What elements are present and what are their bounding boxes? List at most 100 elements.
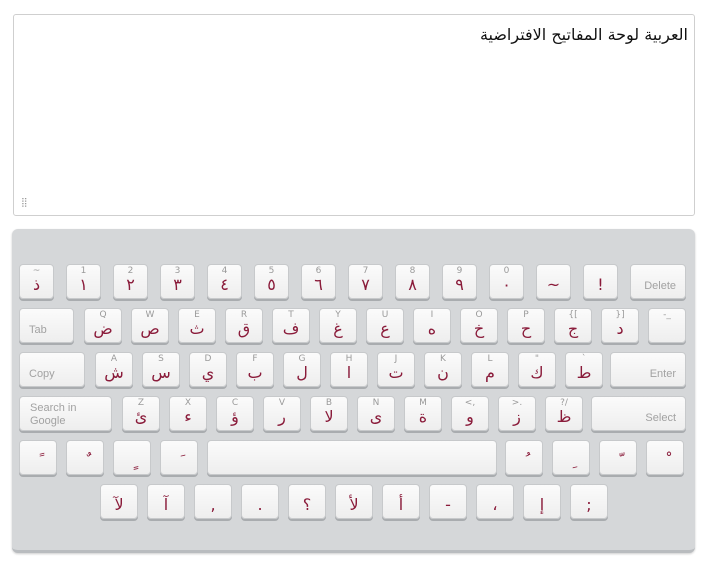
key-r3-7[interactable]: Jت bbox=[377, 352, 415, 387]
key-r3-8[interactable]: Kن bbox=[424, 352, 462, 387]
key-arabic-label: ض bbox=[93, 319, 113, 338]
key-r6-8[interactable]: - bbox=[429, 484, 467, 519]
key-arabic-label: ٩ bbox=[455, 275, 464, 294]
key-r5_left-3[interactable]: ٍ bbox=[113, 440, 151, 475]
key-arabic-label: لا bbox=[324, 407, 334, 426]
enter-key[interactable]: Enter bbox=[610, 352, 686, 387]
key-arabic-label: ث bbox=[189, 319, 205, 338]
key-r3-11[interactable]: ` ط bbox=[565, 352, 603, 387]
key-arabic-label: ؟ bbox=[302, 495, 312, 514]
key-r1-8[interactable]: 7٧ bbox=[348, 264, 383, 299]
key-r6-10[interactable]: إ bbox=[523, 484, 561, 519]
key-r2-2[interactable]: Wص bbox=[131, 308, 169, 343]
key-arabic-label: ؤ bbox=[231, 407, 239, 426]
key-r3-10[interactable]: " ك bbox=[518, 352, 556, 387]
key-r4-6[interactable]: Nى bbox=[357, 396, 395, 431]
key-r6-2[interactable]: آ bbox=[147, 484, 185, 519]
editor-content[interactable]: العربية لوحة المفاتيح الافتراضية bbox=[480, 25, 688, 44]
key-arabic-label: ه bbox=[427, 319, 437, 338]
key-arabic-label: غ bbox=[333, 319, 343, 338]
key-r1-11[interactable]: 0٠ bbox=[489, 264, 524, 299]
key-arabic-label: ّ bbox=[600, 452, 636, 470]
search-google-key[interactable]: Search in Google bbox=[19, 396, 112, 431]
key-r4-4[interactable]: Vر bbox=[263, 396, 301, 431]
key-arabic-label: ٨ bbox=[408, 275, 417, 294]
key-r4-10[interactable]: ?/ظ bbox=[545, 396, 583, 431]
delete-key[interactable]: Delete bbox=[630, 264, 686, 299]
key-arabic-label: ت bbox=[388, 363, 404, 382]
key-r2-3[interactable]: Eث bbox=[178, 308, 216, 343]
key-r2-13[interactable]: -_ bbox=[648, 308, 686, 343]
key-r1-12[interactable]: ~ bbox=[536, 264, 571, 299]
key-r5_right-3[interactable]: ّ bbox=[599, 440, 637, 475]
key-r5_right-1[interactable]: ُ bbox=[505, 440, 543, 475]
key-arabic-label: ~ bbox=[546, 275, 561, 294]
key-r6-5[interactable]: ؟ bbox=[288, 484, 326, 519]
key-r6-6[interactable]: لأ bbox=[335, 484, 373, 519]
space-bar[interactable] bbox=[207, 440, 497, 475]
key-r6-11[interactable]: ; bbox=[570, 484, 608, 519]
select-key[interactable]: Select bbox=[591, 396, 686, 431]
key-r1-9[interactable]: 8٨ bbox=[395, 264, 430, 299]
key-r5_left-1[interactable]: ً bbox=[19, 440, 57, 475]
tab-key[interactable]: Tab bbox=[19, 308, 74, 343]
key-r3-5[interactable]: Gل bbox=[283, 352, 321, 387]
key-r5_right-4[interactable]: ْ bbox=[646, 440, 684, 475]
resize-handle-icon[interactable]: ⣿ bbox=[21, 198, 28, 208]
key-arabic-label: ء bbox=[184, 407, 192, 426]
key-r1-4[interactable]: 3٣ bbox=[160, 264, 195, 299]
key-r5_left-4[interactable]: َ bbox=[160, 440, 198, 475]
key-arabic-label: ; bbox=[586, 495, 592, 514]
search-line-2: Google bbox=[30, 415, 66, 427]
key-r1-10[interactable]: 9٩ bbox=[442, 264, 477, 299]
key-r1-3[interactable]: 2٢ bbox=[113, 264, 148, 299]
key-r2-10[interactable]: Pح bbox=[507, 308, 545, 343]
key-arabic-label: ١ bbox=[79, 275, 88, 294]
key-r1-1[interactable]: ~ ذ bbox=[19, 264, 54, 299]
key-r6-3[interactable]: , bbox=[194, 484, 232, 519]
key-r1-7[interactable]: 6٦ bbox=[301, 264, 336, 299]
key-r2-11[interactable]: {[ج bbox=[554, 308, 592, 343]
key-r3-3[interactable]: Dي bbox=[189, 352, 227, 387]
key-r3-1[interactable]: Aش bbox=[95, 352, 133, 387]
key-r3-4[interactable]: Fب bbox=[236, 352, 274, 387]
key-r4-2[interactable]: Xء bbox=[169, 396, 207, 431]
key-r4-3[interactable]: Cؤ bbox=[216, 396, 254, 431]
key-r2-5[interactable]: Tف bbox=[272, 308, 310, 343]
key-r6-4[interactable]: . bbox=[241, 484, 279, 519]
key-r3-9[interactable]: Lم bbox=[471, 352, 509, 387]
key-arabic-label: ٦ bbox=[314, 275, 323, 294]
key-r2-9[interactable]: Oخ bbox=[460, 308, 498, 343]
text-editor[interactable]: العربية لوحة المفاتيح الافتراضية ⣿ bbox=[13, 14, 695, 216]
key-r3-6[interactable]: Hا bbox=[330, 352, 368, 387]
key-r6-7[interactable]: أ bbox=[382, 484, 420, 519]
key-r5_left-2[interactable]: ٌ bbox=[66, 440, 104, 475]
key-arabic-label: - bbox=[445, 495, 451, 514]
key-r6-9[interactable]: ، bbox=[476, 484, 514, 519]
key-r4-8[interactable]: <, و bbox=[451, 396, 489, 431]
key-arabic-label: ة bbox=[418, 407, 428, 426]
key-arabic-label: ِ bbox=[553, 452, 589, 470]
key-r4-5[interactable]: B لا bbox=[310, 396, 348, 431]
key-r2-1[interactable]: Qض bbox=[84, 308, 122, 343]
key-r1-6[interactable]: 5٥ bbox=[254, 264, 289, 299]
key-r1-2[interactable]: 1١ bbox=[66, 264, 101, 299]
key-r3-2[interactable]: Sس bbox=[142, 352, 180, 387]
key-r5_right-2[interactable]: ِ bbox=[552, 440, 590, 475]
key-arabic-label: ! bbox=[597, 275, 604, 294]
key-arabic-label: لآ bbox=[114, 495, 124, 514]
key-r4-7[interactable]: Mة bbox=[404, 396, 442, 431]
key-r2-4[interactable]: Rق bbox=[225, 308, 263, 343]
copy-key[interactable]: Copy bbox=[19, 352, 85, 387]
key-arabic-label: ٢ bbox=[126, 275, 135, 294]
key-r2-12[interactable]: }] د bbox=[601, 308, 639, 343]
key-arabic-label: خ bbox=[473, 319, 485, 338]
key-r1-13[interactable]: ! bbox=[583, 264, 618, 299]
key-r1-5[interactable]: 4٤ bbox=[207, 264, 242, 299]
key-r2-8[interactable]: Iه bbox=[413, 308, 451, 343]
key-r2-7[interactable]: Uع bbox=[366, 308, 404, 343]
key-r4-1[interactable]: Zئ bbox=[122, 396, 160, 431]
key-r6-1[interactable]: لآ bbox=[100, 484, 138, 519]
key-r2-6[interactable]: Yغ bbox=[319, 308, 357, 343]
key-r4-9[interactable]: >. ز bbox=[498, 396, 536, 431]
